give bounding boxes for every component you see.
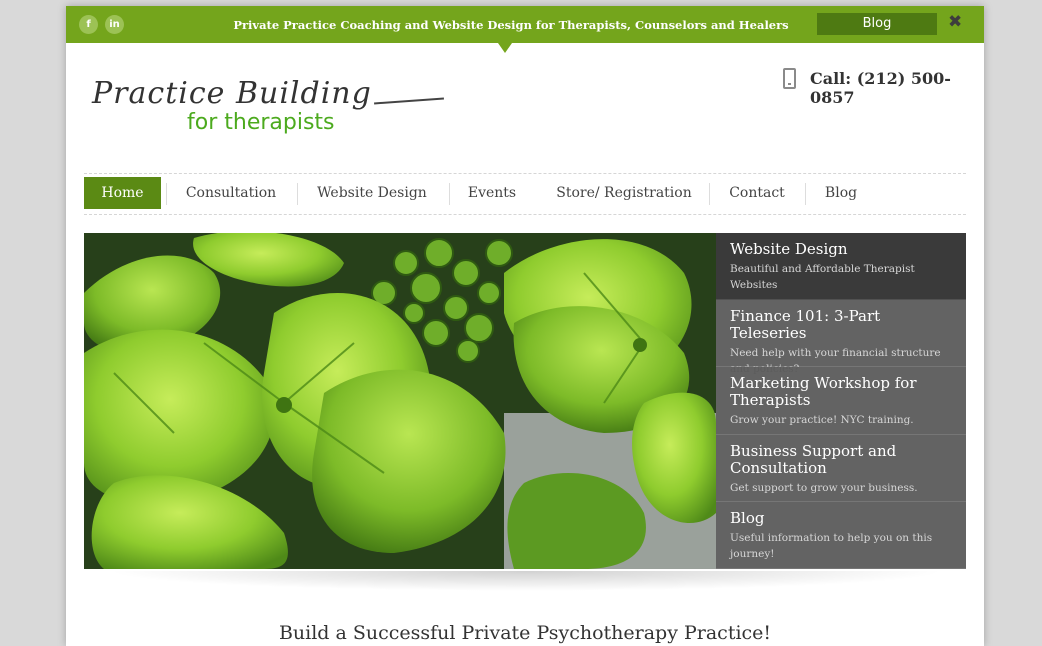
nav-divider: [709, 183, 710, 205]
facebook-icon[interactable]: f: [79, 15, 98, 34]
slider-item-title: Finance 101: 3-Part Teleseries: [730, 307, 881, 342]
close-icon[interactable]: ✖: [948, 12, 962, 32]
top-blog-button[interactable]: Blog: [817, 13, 937, 35]
slider-item-desc: Get support to grow your business.: [730, 482, 918, 494]
main-nav: Home Consultation Website Design Events …: [84, 173, 966, 215]
nav-divider: [166, 183, 167, 205]
page-container: f in Private Practice Coaching and Websi…: [66, 6, 984, 646]
slider-item-desc: Beautiful and Affordable Therapist Websi…: [730, 263, 915, 291]
slider-shadow: [106, 571, 946, 591]
nav-divider: [805, 183, 806, 205]
slider-item-title: Business Support and Consultation: [730, 442, 897, 477]
slider-item-title: Website Design: [730, 240, 848, 258]
slider-item-marketing-workshop[interactable]: Marketing Workshop for Therapists Grow y…: [716, 367, 966, 435]
logo-subtitle: for therapists: [187, 110, 335, 135]
phone-icon: [783, 68, 796, 89]
top-bar: f in Private Practice Coaching and Websi…: [66, 6, 984, 43]
tagline: Private Practice Coaching and Website De…: [233, 18, 789, 32]
topbar-toggle-arrow[interactable]: [498, 43, 512, 53]
logo-title: Practice Building: [92, 76, 372, 111]
slider-item-business-support[interactable]: Business Support and Consultation Get su…: [716, 435, 966, 502]
phone-number: Call: (212) 500-0857: [810, 69, 951, 107]
hero-image-leaves: [84, 233, 716, 569]
nav-item-contact[interactable]: Contact: [718, 177, 796, 209]
slider-item-title: Marketing Workshop for Therapists: [730, 374, 917, 409]
nav-item-consultation[interactable]: Consultation: [174, 177, 288, 209]
slider-item-blog[interactable]: Blog Useful information to help you on t…: [716, 502, 966, 569]
slider-item-website-design[interactable]: Website Design Beautiful and Affordable …: [716, 233, 966, 300]
linkedin-icon[interactable]: in: [105, 15, 124, 34]
slider-item-title: Blog: [730, 509, 765, 527]
nav-divider: [449, 183, 450, 205]
nav-item-website-design[interactable]: Website Design: [306, 177, 438, 209]
nav-divider: [297, 183, 298, 205]
slider-sidebar: Website Design Beautiful and Affordable …: [716, 233, 966, 569]
leaves-illustration: [84, 233, 716, 569]
nav-item-store-registration[interactable]: Store/ Registration: [546, 177, 702, 209]
nav-item-home[interactable]: Home: [84, 177, 161, 209]
nav-item-events[interactable]: Events: [458, 177, 526, 209]
nav-item-blog[interactable]: Blog: [814, 177, 868, 209]
page-heading: Build a Successful Private Psychotherapy…: [278, 622, 772, 644]
slider-item-desc: Grow your practice! NYC training.: [730, 414, 914, 426]
slider-item-desc: Useful information to help you on this j…: [730, 532, 933, 560]
slider-item-finance-101[interactable]: Finance 101: 3-Part Teleseries Need help…: [716, 300, 966, 375]
logo-swash: [374, 97, 444, 105]
